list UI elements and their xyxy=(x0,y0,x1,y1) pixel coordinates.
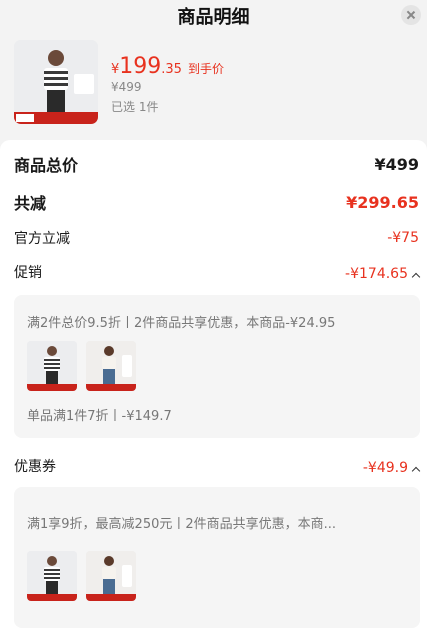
coupon-detail-box: 满1享9折，最高减250元丨2件商品共享优惠，本商... xyxy=(14,487,420,628)
promo-item-thumbnail-2[interactable] xyxy=(86,341,136,391)
promo-detail-line2: 单品满1件7折丨-¥149.7 xyxy=(27,409,172,424)
promo-value-wrap: -¥174.65 xyxy=(345,263,421,282)
official-row: 官方立减 -¥75 xyxy=(14,228,419,248)
chevron-up-icon[interactable] xyxy=(411,466,421,475)
total-label: 商品总价 xyxy=(14,156,79,175)
product-summary: ¥199.35 到手价 ¥499 已选 1件 xyxy=(0,34,427,130)
promo-detail-box: 满2件总价9.5折丨2件商品共享优惠，本商品-¥24.95 单品满1件7折丨-¥… xyxy=(14,295,420,438)
discount-value: ¥299.65 xyxy=(346,192,419,212)
official-label: 官方立减 xyxy=(14,231,70,247)
promo-row[interactable]: 促销 -¥174.65 xyxy=(14,262,421,282)
close-icon[interactable] xyxy=(401,5,421,25)
discount-row: 共减 ¥299.65 xyxy=(14,190,419,214)
coupon-row[interactable]: 优惠券 -¥49.9 xyxy=(14,456,421,476)
coupon-value: -¥49.9 xyxy=(362,459,408,476)
promo-label: 促销 xyxy=(14,265,42,281)
official-value: -¥75 xyxy=(387,230,419,246)
total-value: ¥499 xyxy=(374,154,419,174)
product-thumbnail[interactable] xyxy=(14,40,98,124)
chevron-up-icon[interactable] xyxy=(411,272,421,281)
price-decimal: .35 xyxy=(161,62,182,77)
total-row: 商品总价 ¥499 xyxy=(14,152,419,176)
promo-item-thumbnail-1[interactable] xyxy=(27,341,77,391)
sheet-header: 商品明细 xyxy=(0,0,427,34)
final-price: ¥199.35 到手价 xyxy=(111,54,224,79)
coupon-detail-line1: 满1享9折，最高减250元丨2件商品共享优惠，本商... xyxy=(27,517,337,532)
coupon-value-wrap: -¥49.9 xyxy=(362,457,421,476)
selected-count: 已选 1件 xyxy=(111,100,159,114)
promo-detail-line1: 满2件总价9.5折丨2件商品共享优惠，本商品-¥24.95 xyxy=(27,316,336,331)
original-price: ¥499 xyxy=(111,80,142,94)
price-tag: 到手价 xyxy=(187,62,224,76)
price-breakdown-card: 商品总价 ¥499 共减 ¥299.65 官方立减 -¥75 促销 -¥174.… xyxy=(0,140,427,628)
coupon-item-thumbnail-1[interactable] xyxy=(27,551,77,601)
coupon-label: 优惠券 xyxy=(14,459,56,475)
page-title: 商品明细 xyxy=(177,7,250,28)
coupon-item-thumbnail-2[interactable] xyxy=(86,551,136,601)
price-integer: 199 xyxy=(119,54,162,79)
discount-label: 共减 xyxy=(14,194,47,213)
promo-value: -¥174.65 xyxy=(345,265,408,282)
